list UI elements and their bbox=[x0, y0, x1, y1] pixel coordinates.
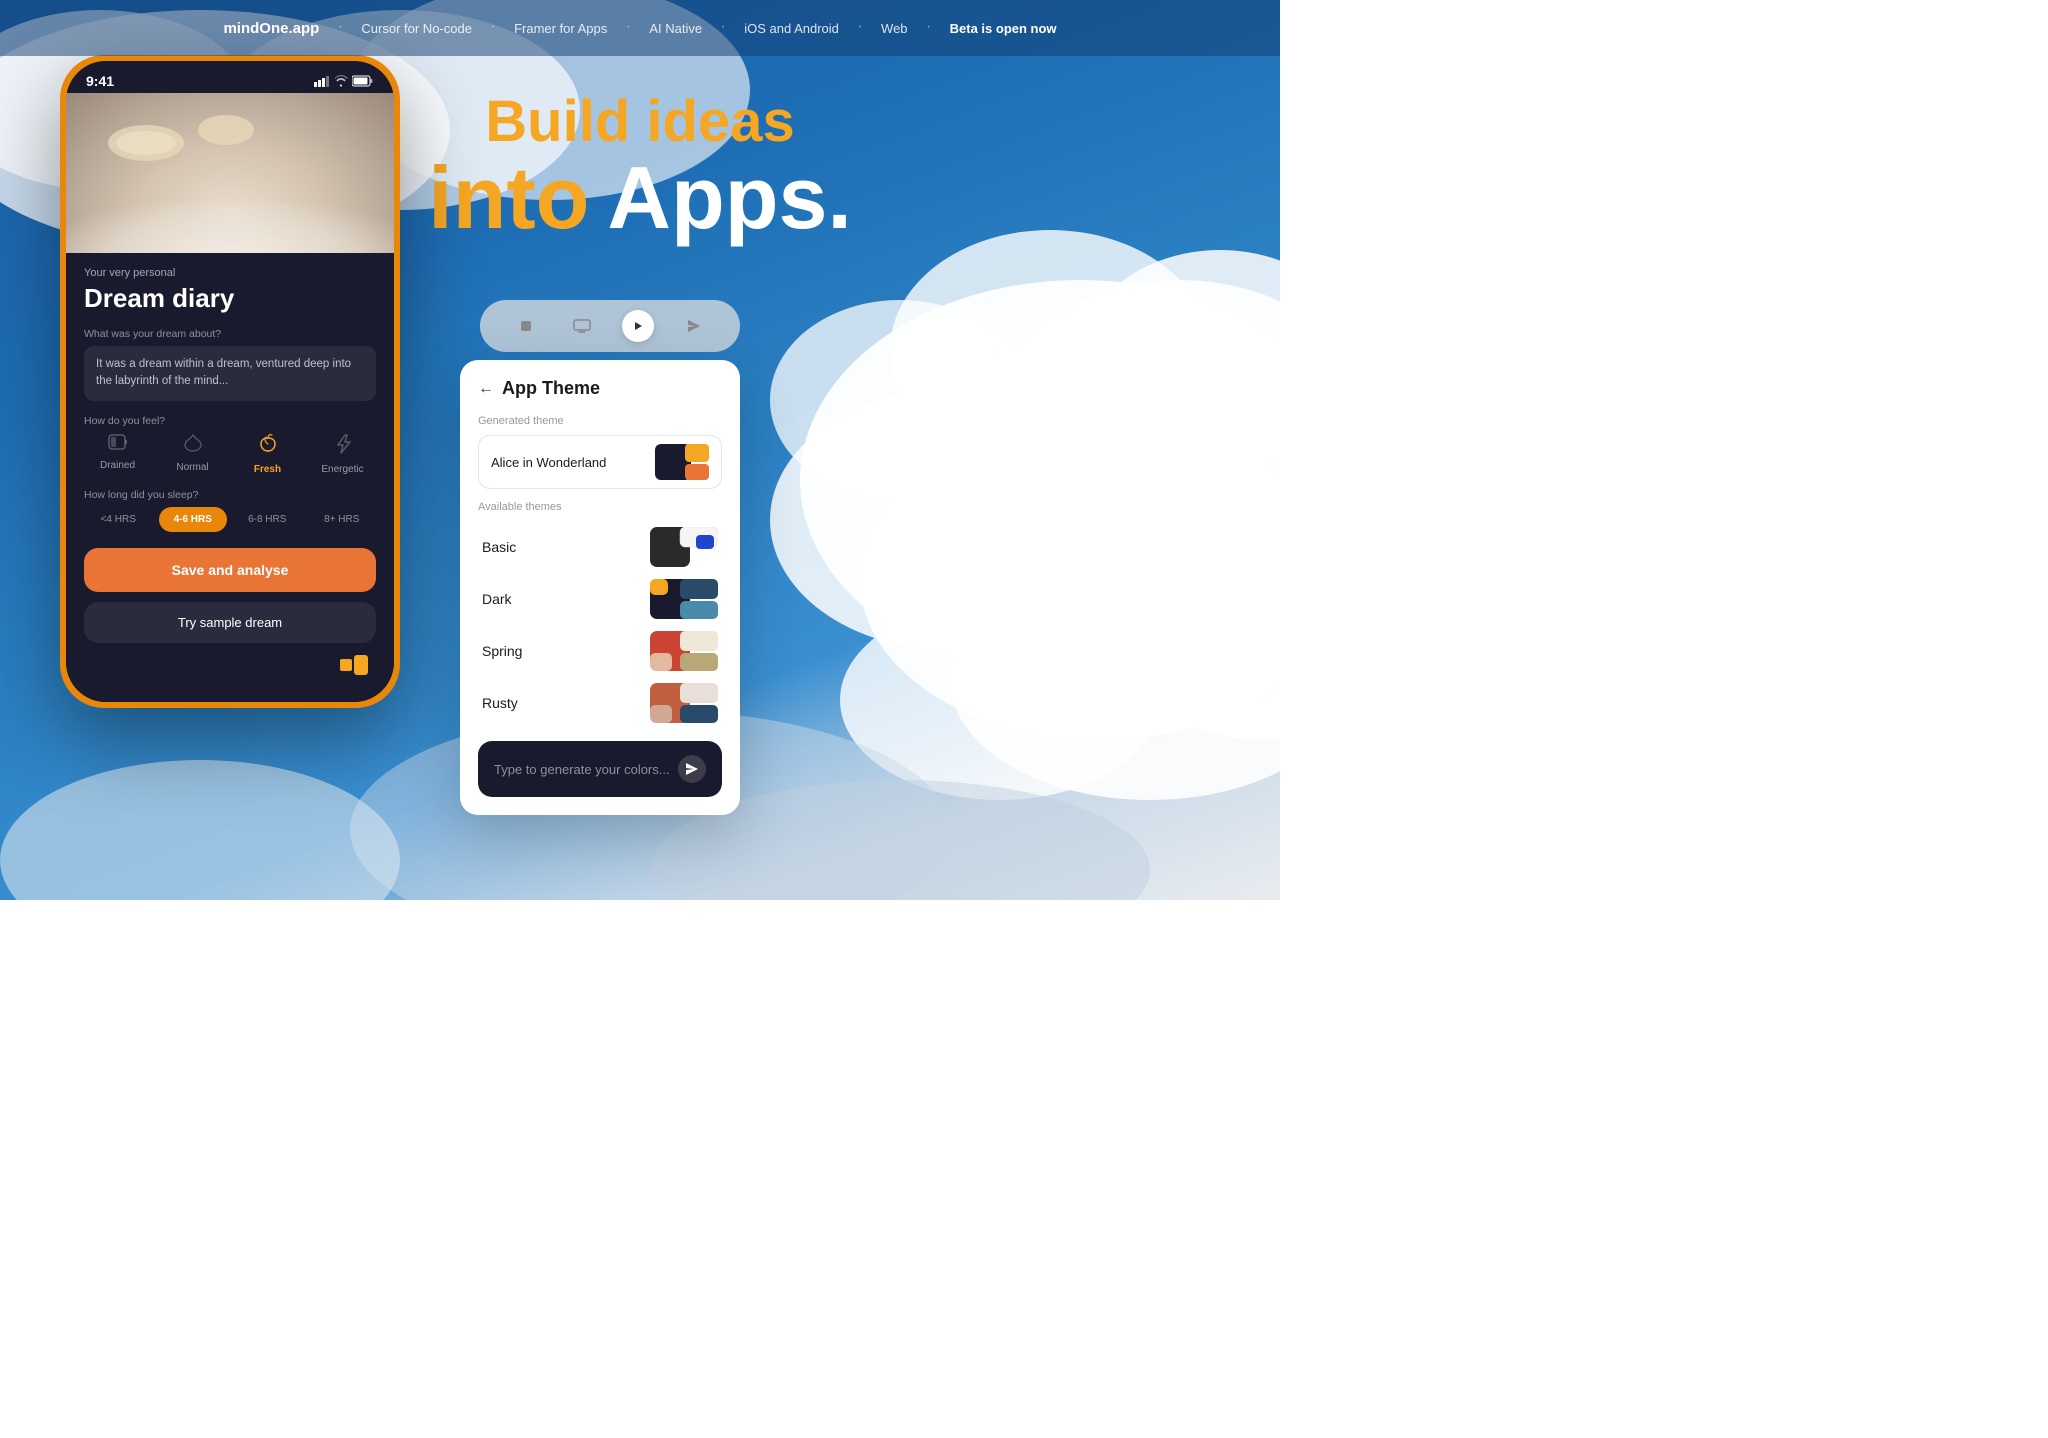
send-button[interactable] bbox=[678, 310, 710, 342]
play-button[interactable] bbox=[622, 310, 654, 342]
phone-app-title: Dream diary bbox=[84, 283, 376, 314]
battery-icon bbox=[352, 75, 374, 87]
normal-label: Normal bbox=[176, 462, 208, 473]
feel-energetic[interactable]: Energetic bbox=[309, 433, 376, 475]
phone-footer bbox=[84, 651, 376, 688]
dream-text-area[interactable]: It was a dream within a dream, ventured … bbox=[84, 346, 376, 401]
feel-fresh[interactable]: Fresh bbox=[234, 433, 301, 475]
nav-dot-6: • bbox=[928, 25, 930, 31]
navbar-item-cursor[interactable]: Cursor for No-code bbox=[361, 21, 472, 36]
theme-dark-row[interactable]: Dark bbox=[478, 573, 722, 625]
panel-toolbar bbox=[480, 300, 740, 352]
energetic-label: Energetic bbox=[321, 464, 363, 475]
spring-swatch bbox=[650, 631, 718, 671]
back-arrow-icon[interactable]: ← bbox=[478, 380, 494, 398]
feel-options: Drained Normal bbox=[84, 433, 376, 475]
app-theme-panel: ← App Theme Generated theme Alice in Won… bbox=[460, 360, 740, 815]
fresh-label: Fresh bbox=[254, 464, 281, 475]
generated-label: Generated theme bbox=[478, 415, 722, 427]
navbar-logo[interactable]: mindOne.app bbox=[223, 20, 319, 37]
panel-back-header: ← App Theme bbox=[478, 378, 722, 399]
pillow2-icon bbox=[196, 113, 256, 148]
navbar-item-ai[interactable]: AI Native bbox=[649, 21, 702, 36]
phone-status-icons bbox=[314, 75, 374, 87]
theme-basic-row[interactable]: Basic bbox=[478, 521, 722, 573]
stop-button[interactable] bbox=[510, 310, 542, 342]
theme-spring-name: Spring bbox=[482, 643, 522, 659]
generated-theme-swatch bbox=[655, 444, 709, 480]
save-analyse-button[interactable]: Save and analyse bbox=[84, 548, 376, 592]
phone-mockup: 9:41 bbox=[60, 55, 420, 708]
navbar-item-beta[interactable]: Beta is open now bbox=[950, 21, 1057, 36]
phone-inner: 9:41 bbox=[66, 61, 394, 702]
generated-theme-row[interactable]: Alice in Wonderland bbox=[478, 435, 722, 489]
energetic-icon bbox=[333, 433, 353, 460]
mindone-logo-small bbox=[340, 655, 368, 675]
theme-rusty-name: Rusty bbox=[482, 695, 518, 711]
feel-drained[interactable]: Drained bbox=[84, 433, 151, 475]
sleep-8plus[interactable]: 8+ HRS bbox=[308, 507, 377, 532]
navbar-item-framer[interactable]: Framer for Apps bbox=[514, 21, 607, 36]
dream-label: What was your dream about? bbox=[84, 328, 376, 340]
phone-time: 9:41 bbox=[86, 73, 114, 89]
theme-panel-wrapper: ← App Theme Generated theme Alice in Won… bbox=[460, 300, 760, 815]
generated-swatch-svg bbox=[655, 444, 709, 480]
sleep-label: How long did you sleep? bbox=[84, 489, 376, 501]
available-themes-label: Available themes bbox=[478, 501, 722, 513]
sleep-options: <4 HRS 4-6 HRS 6-8 HRS 8+ HRS bbox=[84, 507, 376, 532]
basic-swatch bbox=[650, 527, 718, 567]
input-placeholder: Type to generate your colors... bbox=[494, 762, 670, 777]
theme-spring-row[interactable]: Spring bbox=[478, 625, 722, 677]
signal-icon bbox=[314, 75, 330, 87]
drained-label: Drained bbox=[100, 460, 135, 471]
generated-theme-name: Alice in Wonderland bbox=[491, 455, 606, 470]
phone-content-area: Your very personal Dream diary What was … bbox=[66, 253, 394, 702]
screen-button[interactable] bbox=[566, 310, 598, 342]
feel-label: How do you feel? bbox=[84, 415, 376, 427]
nav-dot-1: • bbox=[339, 25, 341, 31]
try-sample-button[interactable]: Try sample dream bbox=[84, 602, 376, 643]
dark-swatch bbox=[650, 579, 718, 619]
wifi-icon bbox=[334, 75, 348, 87]
hero-apps: Apps. bbox=[607, 154, 851, 242]
theme-rusty-row[interactable]: Rusty bbox=[478, 677, 722, 729]
phone-notch bbox=[175, 61, 285, 87]
navbar-item-web[interactable]: Web bbox=[881, 21, 908, 36]
nav-dot-4: • bbox=[722, 25, 724, 31]
rusty-swatch bbox=[650, 683, 718, 723]
sleep-6to8[interactable]: 6-8 HRS bbox=[233, 507, 302, 532]
sleep-4to6[interactable]: 4-6 HRS bbox=[159, 507, 228, 532]
drained-icon bbox=[107, 433, 129, 456]
feel-normal[interactable]: Normal bbox=[159, 433, 226, 475]
normal-icon bbox=[183, 433, 203, 458]
fresh-icon bbox=[257, 433, 279, 460]
color-generate-input[interactable]: Type to generate your colors... bbox=[478, 741, 722, 797]
nav-dot-5: • bbox=[859, 25, 861, 31]
pillow-icon bbox=[106, 123, 186, 163]
navbar: mindOne.app • Cursor for No-code • Frame… bbox=[0, 0, 1280, 56]
nav-dot-2: • bbox=[492, 25, 494, 31]
nav-dot-3: • bbox=[627, 25, 629, 31]
theme-basic-name: Basic bbox=[482, 539, 516, 555]
panel-title: App Theme bbox=[502, 378, 600, 399]
theme-dark-name: Dark bbox=[482, 591, 512, 607]
phone-app-subtitle: Your very personal bbox=[84, 267, 376, 279]
input-send-icon[interactable] bbox=[678, 755, 706, 783]
phone-dream-image bbox=[66, 93, 394, 253]
hero-into: into bbox=[428, 154, 589, 242]
image-cloud-overlay bbox=[66, 203, 394, 253]
navbar-item-ios[interactable]: iOS and Android bbox=[744, 21, 839, 36]
sleep-under4[interactable]: <4 HRS bbox=[84, 507, 153, 532]
phone-outer-frame: 9:41 bbox=[60, 55, 400, 708]
